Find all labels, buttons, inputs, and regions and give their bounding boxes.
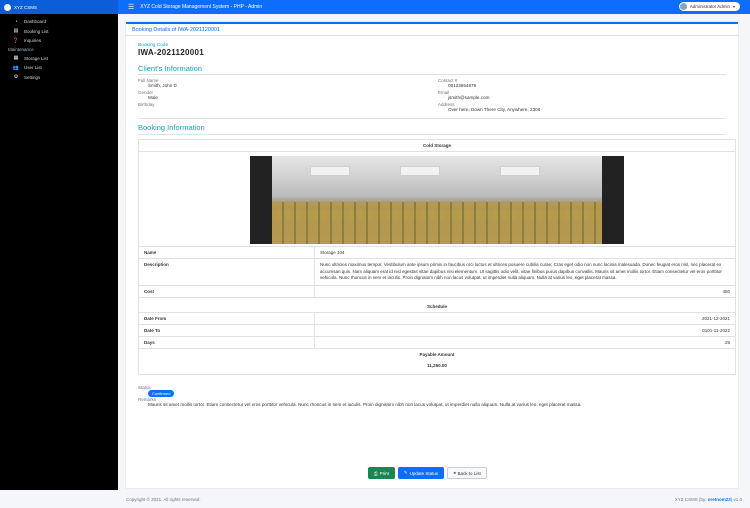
photo-crates xyxy=(272,202,602,244)
address-value: Over here, Down There City, Anywhere, 23… xyxy=(448,107,541,112)
update-status-button[interactable]: ✎ Update Status xyxy=(397,467,445,479)
brand-name: XYZ CSMS xyxy=(14,4,38,10)
credit-link[interactable]: oretnom23 xyxy=(708,497,731,502)
client-info: Full Name Smith, John D Contact # 091236… xyxy=(138,78,726,112)
hamburger-icon[interactable]: ☰ xyxy=(128,3,134,11)
date-from-label: Date From xyxy=(138,311,315,325)
back-to-list-button-label: Back to List xyxy=(457,470,481,476)
storage-heading: Cold Storage xyxy=(138,139,736,152)
sidebar-item-label: Settings xyxy=(24,74,41,80)
chevron-down-icon: ▾ xyxy=(732,4,735,9)
credit-prefix: XYZ CSMS (by: xyxy=(674,496,708,502)
birthday-label: Birthday xyxy=(138,102,155,107)
sidebar-item-label: Booking List xyxy=(24,28,49,34)
description-value: Nunc ultricies maximus tempor. Vestibulu… xyxy=(314,258,736,286)
divider xyxy=(138,134,726,135)
booking-code: IWA-2021120001 xyxy=(138,48,205,57)
remarks-value: Mauris sit amet mollis tortor. Etiam con… xyxy=(148,401,582,407)
sidebar-item-inquiries[interactable]: ❓ Inquiries xyxy=(0,36,118,46)
sidebar-item-dashboard[interactable]: ◔ Dashboard xyxy=(0,17,118,27)
back-to-list-button[interactable]: ◂ Back to List xyxy=(447,467,487,479)
sidebar-item-settings[interactable]: ⚙ Settings xyxy=(0,73,118,83)
top-navbar: XYZ CSMS ☰ XYZ Cold Storage Management S… xyxy=(0,0,750,14)
schedule-heading: Schedule xyxy=(138,296,736,313)
cost-value: 450 xyxy=(314,284,736,298)
storage-list-icon: ▦ xyxy=(13,55,19,62)
user-list-icon: 👥 xyxy=(12,64,20,71)
update-status-button-label: Update Status xyxy=(409,470,439,476)
dashboard-icon: ◔ xyxy=(14,18,18,25)
brand[interactable]: XYZ CSMS xyxy=(0,0,118,14)
photo-cooler-unit xyxy=(310,166,350,176)
payable-heading: Payable Amount xyxy=(138,347,736,360)
card-header: Booking Details of IWA-2021120001 xyxy=(126,24,738,36)
contact-value: 09123654879 xyxy=(448,83,477,88)
photo-cooler-unit xyxy=(500,166,540,176)
page-title: Booking Details of IWA-2021120001 xyxy=(132,26,221,33)
credit: XYZ CSMS (by: oretnom23) v1.0 xyxy=(675,497,742,502)
action-buttons: ⎙ Print ✎ Update Status ◂ Back to List xyxy=(368,467,487,479)
fullname-value: Smith, John D xyxy=(148,83,177,88)
sidebar: ◔ Dashboard ▤ Booking List ❓ Inquiries M… xyxy=(0,14,118,490)
storage-photo xyxy=(250,156,624,244)
name-value: Storage 104 xyxy=(314,246,736,259)
booking-info-section-title: Booking Information xyxy=(138,123,205,132)
sidebar-item-user-list[interactable]: 👥 User List xyxy=(0,63,118,73)
date-to-value: 0101-11-2022 xyxy=(314,323,736,337)
sidebar-item-label: Storage List xyxy=(24,55,49,61)
footer: Copyright © 2021. All rights reserved. X… xyxy=(118,490,750,508)
sidebar-item-label: User List xyxy=(24,65,42,71)
days-value: 25 xyxy=(314,335,736,349)
print-button-label: Print xyxy=(379,470,389,476)
payable-value: 11,250.00 xyxy=(138,359,736,375)
settings-icon: ⚙ xyxy=(13,74,19,81)
print-button[interactable]: ⎙ Print xyxy=(368,467,395,479)
gender-value: Male xyxy=(148,95,158,100)
days-label: Days xyxy=(138,335,315,349)
description-label: Description xyxy=(138,258,315,286)
cost-label: Cost xyxy=(138,284,315,298)
inquiries-icon: ❓ xyxy=(12,37,20,44)
copyright: Copyright © 2021. All rights reserved. xyxy=(126,496,201,502)
status-label: Status xyxy=(138,384,151,390)
brand-logo-icon xyxy=(4,3,11,11)
user-menu[interactable]: Administrator Admin ▾ xyxy=(678,2,740,11)
sidebar-item-storage-list[interactable]: ▦ Storage List xyxy=(0,54,118,64)
sidebar-section-header: Maintenance xyxy=(8,47,34,52)
print-icon: ⎙ xyxy=(374,470,378,476)
status-badge: Confirmed xyxy=(148,389,175,397)
email-value: jsmith@sample.com xyxy=(448,95,490,100)
photo-cooler-unit xyxy=(400,166,440,176)
name-label: Name xyxy=(138,246,315,259)
sidebar-item-label: Dashboard xyxy=(24,19,47,25)
divider xyxy=(138,74,726,75)
storage-table: Cold Storage Name Storage 104 Descriptio… xyxy=(138,139,736,375)
date-to-label: Date To xyxy=(138,323,315,337)
avatar xyxy=(679,3,687,10)
back-arrow-icon: ◂ xyxy=(453,470,456,475)
edit-icon: ✎ xyxy=(403,470,408,475)
divider xyxy=(138,118,726,119)
sidebar-item-booking-list[interactable]: ▤ Booking List xyxy=(0,27,118,37)
booking-details-card: Booking Details of IWA-2021120001 Bookin… xyxy=(126,22,738,488)
card-body: Booking Code IWA-2021120001 Client's Inf… xyxy=(126,36,738,413)
date-from-value: 2021-12-2021 xyxy=(314,311,736,325)
sidebar-item-label: Inquiries xyxy=(24,38,42,44)
user-name: Administrator Admin xyxy=(689,4,730,9)
booking-list-icon: ▤ xyxy=(13,28,19,35)
app-title: XYZ Cold Storage Management System - PHP… xyxy=(140,4,263,10)
credit-suffix: ) v1.0 xyxy=(730,496,742,502)
client-section-title: Client's Information xyxy=(138,64,202,73)
